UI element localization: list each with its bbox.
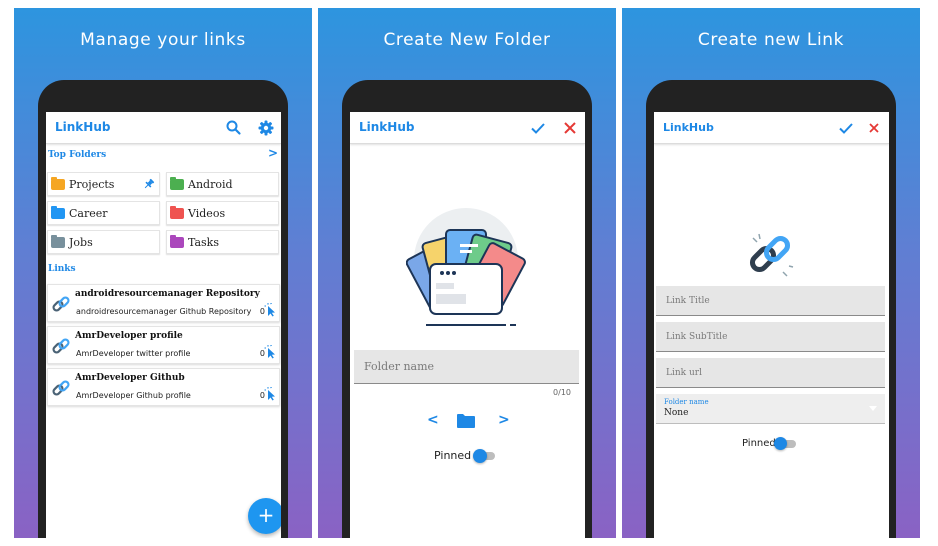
folder-name-placeholder: Folder name: [364, 360, 435, 373]
link-title: androidresourcemanager Repository: [75, 289, 260, 299]
app-bar: LinkHub: [46, 112, 281, 144]
panel-title: Create New Folder: [383, 30, 551, 50]
link-card[interactable]: AmrDeveloper profile AmrDeveloper twitte…: [47, 326, 280, 364]
panel-create-folder: Create New Folder LinkHub Folder name 0/…: [318, 8, 616, 538]
link-subtitle: androidresourcemanager Github Repository: [76, 307, 252, 316]
link-url-placeholder: Link url: [666, 368, 702, 378]
prev-color-icon[interactable]: <: [427, 412, 439, 428]
phone-screen: LinkHub Top Folders > Projects Android C…: [46, 112, 281, 538]
search-icon[interactable]: [224, 118, 244, 138]
folder-select-label: Folder name: [664, 398, 709, 406]
folder-icon: [51, 177, 65, 190]
panel-create-link: Create new Link LinkHub Link Title Link …: [622, 8, 920, 538]
check-icon[interactable]: [836, 118, 856, 138]
folder-icon: [51, 206, 65, 219]
folder-name-field[interactable]: Folder name: [354, 350, 579, 384]
panel-manage-links: Manage your links LinkHub Top Folders >: [14, 8, 312, 538]
pin-icon: [144, 178, 155, 189]
link-title-placeholder: Link Title: [666, 296, 710, 306]
folder-name: Tasks: [188, 236, 219, 249]
link-subtitle-field[interactable]: Link SubTitle: [656, 322, 885, 352]
click-icon: [264, 345, 275, 359]
app-title: LinkHub: [663, 121, 714, 134]
folder-chip-tasks[interactable]: Tasks: [166, 230, 279, 254]
link-card[interactable]: AmrDeveloper Github AmrDeveloper Github …: [47, 368, 280, 406]
folder-select[interactable]: Folder name None: [656, 394, 885, 424]
folder-name: Videos: [188, 207, 226, 220]
link-url-field[interactable]: Link url: [656, 358, 885, 388]
folder-icon: [170, 206, 184, 219]
link-icon: [52, 296, 70, 312]
links-label: Links: [48, 264, 76, 274]
app-title: LinkHub: [55, 120, 111, 134]
top-folders-more-icon[interactable]: >: [268, 146, 278, 160]
phone-screen: LinkHub Link Title Link SubTitle Link ur…: [654, 112, 889, 538]
folder-illustration: [406, 208, 526, 326]
folder-chip-videos[interactable]: Videos: [166, 201, 279, 225]
folder-icon: [51, 235, 65, 248]
char-counter: 0/10: [553, 388, 571, 397]
link-illustration-icon: [749, 233, 794, 277]
pinned-label: Pinned: [742, 438, 776, 449]
dropdown-arrow-icon: [869, 406, 877, 411]
pinned-toggle[interactable]: [473, 449, 495, 463]
app-bar: LinkHub: [350, 112, 585, 144]
folder-select-value: None: [664, 408, 689, 418]
folder-chip-jobs[interactable]: Jobs: [47, 230, 160, 254]
close-icon[interactable]: [560, 118, 580, 138]
folder-color-icon: [457, 414, 475, 428]
folder-chip-career[interactable]: Career: [47, 201, 160, 225]
close-icon[interactable]: [864, 118, 884, 138]
next-color-icon[interactable]: >: [498, 412, 510, 428]
link-icon: [52, 380, 70, 396]
panel-title: Create new Link: [697, 30, 845, 50]
link-card[interactable]: androidresourcemanager Repository androi…: [47, 284, 280, 322]
link-title: AmrDeveloper Github: [75, 373, 185, 383]
pinned-label: Pinned: [434, 449, 472, 462]
link-title: AmrDeveloper profile: [75, 331, 183, 341]
folder-chip-projects[interactable]: Projects: [47, 172, 160, 196]
link-subtitle: AmrDeveloper Github profile: [76, 391, 191, 400]
top-folders-label: Top Folders: [48, 150, 107, 160]
app-title: LinkHub: [359, 120, 415, 134]
click-icon: [264, 303, 275, 317]
phone-screen: LinkHub Folder name 0/10 < > Pinned: [350, 112, 585, 538]
click-icon: [264, 387, 275, 401]
folder-icon: [170, 235, 184, 248]
folder-chip-android[interactable]: Android: [166, 172, 279, 196]
folder-name: Projects: [69, 178, 115, 191]
app-bar: LinkHub: [654, 112, 889, 144]
folder-icon: [170, 177, 184, 190]
pinned-toggle[interactable]: [774, 437, 796, 450]
link-subtitle: AmrDeveloper twitter profile: [76, 349, 191, 358]
link-title-field[interactable]: Link Title: [656, 286, 885, 316]
add-link-button[interactable]: +: [248, 498, 281, 534]
folder-name: Android: [188, 178, 233, 191]
link-subtitle-placeholder: Link SubTitle: [666, 332, 728, 342]
folder-name: Jobs: [69, 236, 93, 249]
link-icon: [52, 338, 70, 354]
panel-title: Manage your links: [80, 30, 246, 50]
check-icon[interactable]: [528, 118, 548, 138]
folder-name: Career: [69, 207, 108, 220]
gear-icon[interactable]: [256, 118, 276, 138]
